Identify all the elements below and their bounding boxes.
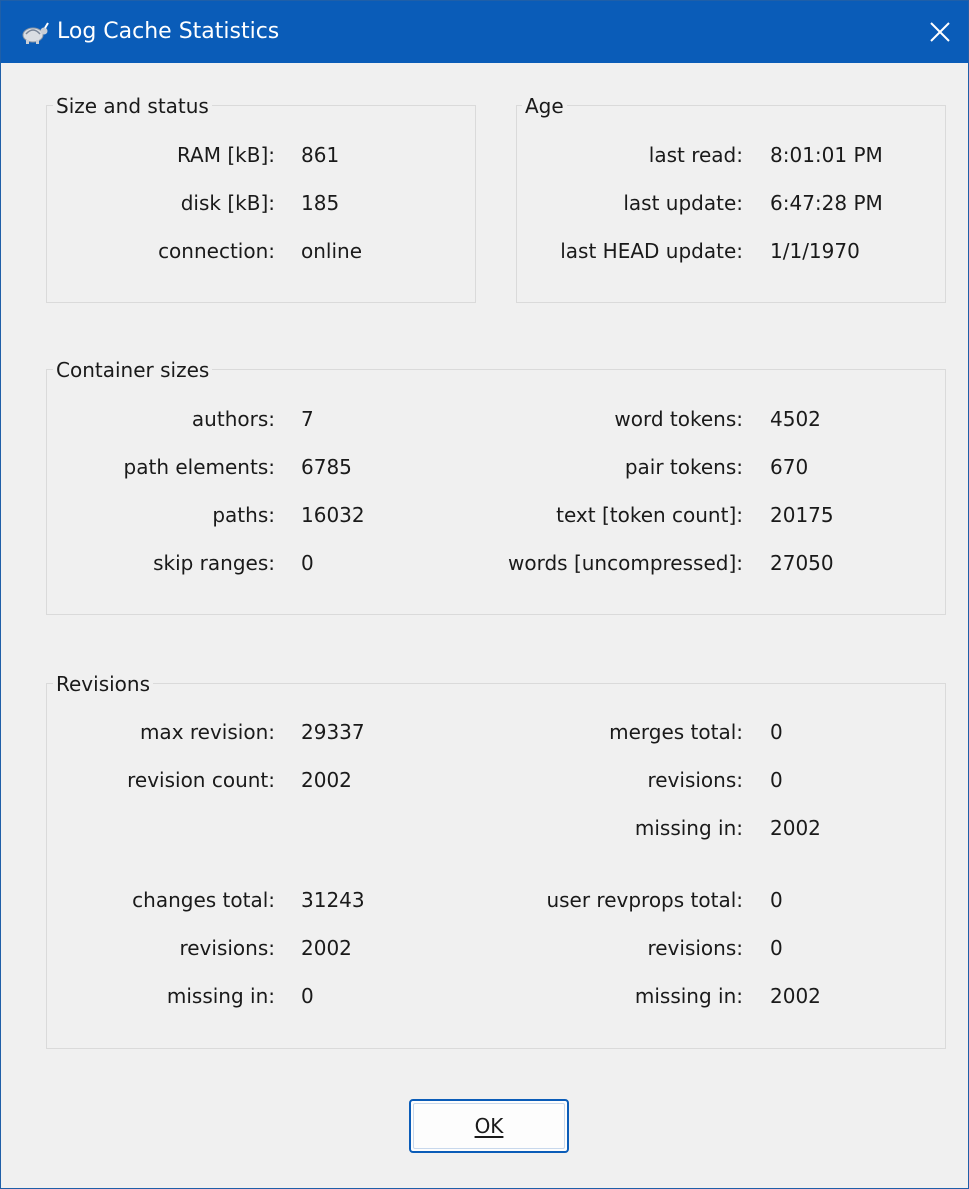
revisions-title: Revisions <box>53 671 154 697</box>
ok-button-focus-ring <box>413 1103 565 1149</box>
disk-value: 185 <box>301 191 340 215</box>
max-revision-label: max revision: <box>139 720 275 744</box>
changes-missing-in-value: 0 <box>301 984 314 1008</box>
changes-total-label: changes total: <box>132 888 275 912</box>
merges-total-label: merges total: <box>609 720 743 744</box>
user-revprops-total-value: 0 <box>770 888 783 912</box>
tortoise-icon <box>19 20 51 46</box>
last-head-update-label: last HEAD update: <box>560 239 743 263</box>
text-token-count-label: text [token count]: <box>556 503 743 527</box>
changes-missing-in-label: missing in: <box>166 984 275 1008</box>
ok-button[interactable]: OK <box>409 1099 569 1153</box>
paths-value: 16032 <box>301 503 365 527</box>
connection-label: connection: <box>158 239 275 263</box>
revprops-missing-in-value: 2002 <box>770 984 821 1008</box>
merges-revisions-label: revisions: <box>647 768 743 792</box>
last-head-update-value: 1/1/1970 <box>770 239 860 263</box>
skip-ranges-label: skip ranges: <box>153 551 275 575</box>
last-update-label: last update: <box>623 191 743 215</box>
pair-tokens-value: 670 <box>770 455 809 479</box>
changes-total-value: 31243 <box>301 888 365 912</box>
revprops-missing-in-label: missing in: <box>634 984 743 1008</box>
last-update-value: 6:47:28 PM <box>770 191 883 215</box>
disk-label: disk [kB]: <box>180 191 275 215</box>
title-bar: Log Cache Statistics <box>1 1 968 63</box>
skip-ranges-value: 0 <box>301 551 314 575</box>
changes-revisions-label: revisions: <box>179 936 275 960</box>
container-sizes-title: Container sizes <box>53 357 213 383</box>
merges-total-value: 0 <box>770 720 783 744</box>
words-uncompressed-value: 27050 <box>770 551 834 575</box>
path-elements-value: 6785 <box>301 455 352 479</box>
changes-revisions-value: 2002 <box>301 936 352 960</box>
authors-label: authors: <box>191 407 275 431</box>
last-read-value: 8:01:01 PM <box>770 143 883 167</box>
revprops-revisions-value: 0 <box>770 936 783 960</box>
connection-value: online <box>301 239 363 263</box>
merges-missing-in-value: 2002 <box>770 816 821 840</box>
age-title: Age <box>522 93 567 119</box>
paths-label: paths: <box>212 503 275 527</box>
log-cache-statistics-dialog: Log Cache Statistics Size and status RAM… <box>0 0 969 1189</box>
revision-count-value: 2002 <box>301 768 352 792</box>
ram-value: 861 <box>301 143 340 167</box>
pair-tokens-label: pair tokens: <box>624 455 743 479</box>
ram-label: RAM [kB]: <box>176 143 275 167</box>
merges-missing-in-label: missing in: <box>634 816 743 840</box>
last-read-label: last read: <box>648 143 743 167</box>
text-token-count-value: 20175 <box>770 503 834 527</box>
merges-revisions-value: 0 <box>770 768 783 792</box>
close-icon <box>930 22 950 42</box>
close-button[interactable] <box>912 1 968 63</box>
max-revision-value: 29337 <box>301 720 365 744</box>
revision-count-label: revision count: <box>127 768 275 792</box>
size-status-title: Size and status <box>53 93 212 119</box>
window-title: Log Cache Statistics <box>57 19 280 44</box>
revprops-revisions-label: revisions: <box>647 936 743 960</box>
user-revprops-total-label: user revprops total: <box>546 888 743 912</box>
path-elements-label: path elements: <box>123 455 275 479</box>
authors-value: 7 <box>301 407 314 431</box>
words-uncompressed-label: words [uncompressed]: <box>508 551 743 575</box>
word-tokens-label: word tokens: <box>614 407 743 431</box>
word-tokens-value: 4502 <box>770 407 821 431</box>
